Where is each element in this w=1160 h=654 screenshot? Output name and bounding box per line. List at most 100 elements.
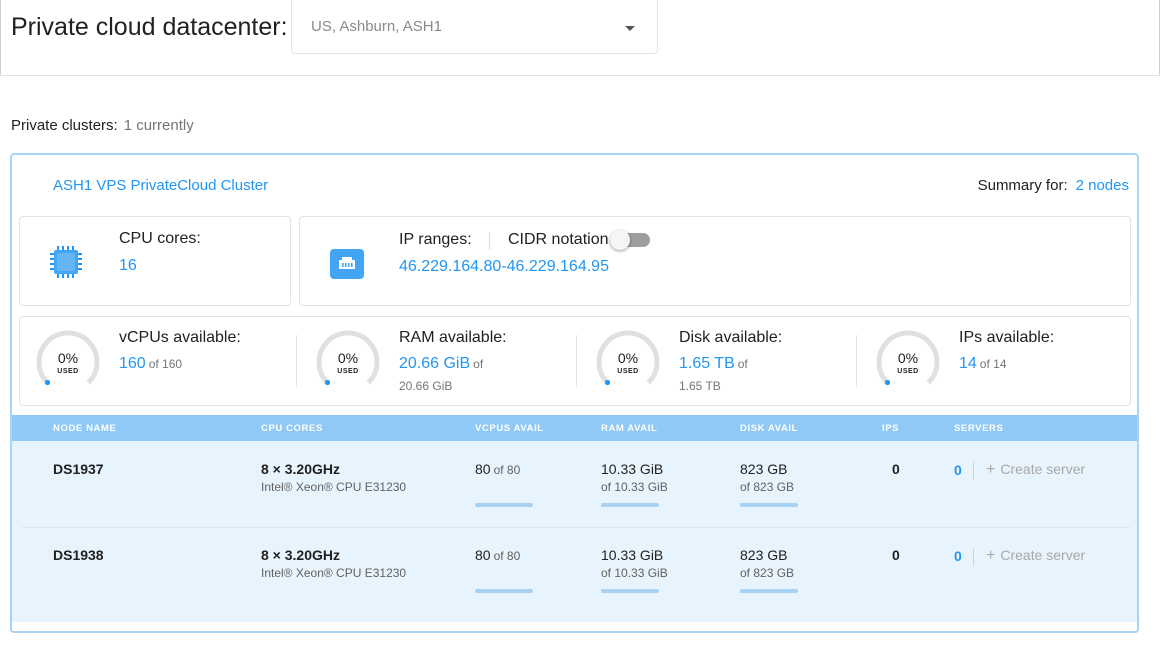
ram-available-stat: 0% USED RAM available: 20.66 GiB of 20.66… xyxy=(300,317,580,407)
divider xyxy=(296,335,297,387)
create-server-button[interactable]: + Create server xyxy=(986,547,1085,565)
column-header-servers[interactable]: SERVERS xyxy=(954,423,1003,434)
usage-percent: 0% xyxy=(897,350,919,366)
node-servers-count[interactable]: 0 xyxy=(954,462,962,478)
stat-value-number: 160 xyxy=(119,355,146,372)
usage-percent: 0% xyxy=(337,350,359,366)
datacenter-header: Private cloud datacenter: US, Ashburn, A… xyxy=(0,0,1160,76)
node-vcpus-value: 80 xyxy=(475,461,491,477)
stat-of: of xyxy=(737,357,748,371)
divider xyxy=(489,232,490,250)
caret-down-icon xyxy=(625,26,635,31)
ip-ranges-label: IP ranges: xyxy=(399,231,472,248)
nodes-table: NODE NAME CPU CORES VCPUS AVAIL RAM AVAI… xyxy=(12,415,1137,622)
column-header-disk-avail[interactable]: DISK AVAIL xyxy=(740,423,798,434)
column-header-cpu-cores[interactable]: CPU CORES xyxy=(261,423,323,434)
cpu-cores-label: CPU cores: xyxy=(119,230,201,247)
node-cpu-model: Intel® Xeon® CPU E31230 xyxy=(261,566,407,580)
column-header-vcpus-avail[interactable]: VCPUS AVAIL xyxy=(475,423,544,434)
divider xyxy=(576,335,577,387)
node-cpu: 8 × 3.20GHz xyxy=(261,461,340,477)
stat-value: 160 of 160 xyxy=(119,355,182,373)
divider xyxy=(973,548,974,566)
stat-value: 14 of 14 xyxy=(959,355,1007,373)
datacenter-select[interactable]: US, Ashburn, ASH1 xyxy=(291,0,658,54)
node-disk-of: of 823 GB xyxy=(740,566,795,580)
node-ram-of: of 10.33 GiB xyxy=(601,480,668,494)
disk-usage-bar xyxy=(740,503,798,507)
stat-value-number: 14 xyxy=(959,355,977,372)
gauge-start-dot xyxy=(884,379,891,386)
column-header-ram-avail[interactable]: RAM AVAIL xyxy=(601,423,657,434)
stat-title: IPs available: xyxy=(959,329,1055,346)
network-port-icon xyxy=(330,249,364,279)
ip-ranges-value: 46.229.164.80-46.229.164.95 xyxy=(399,258,609,275)
node-ram: 10.33 GiB xyxy=(601,547,664,563)
node-cpu: 8 × 3.20GHz xyxy=(261,547,340,563)
vcpus-usage-bar xyxy=(475,503,533,507)
stat-title: RAM available: xyxy=(399,329,507,346)
create-server-label: Create server xyxy=(1000,461,1086,477)
vcpus-available-stat: 0% USED vCPUs available: 160 of 160 xyxy=(20,317,300,407)
ip-ranges-box: IP ranges: CIDR notation 46.229.164.80-4… xyxy=(299,216,1131,306)
gauge-start-dot xyxy=(324,379,331,386)
cidr-notation-toggle[interactable] xyxy=(610,230,650,250)
disk-available-stat: 0% USED Disk available: 1.65 TB of 1.65 T… xyxy=(580,317,860,407)
node-vcpus: 80 of 80 xyxy=(475,547,520,563)
gauge-start-dot xyxy=(604,379,611,386)
node-name[interactable]: DS1938 xyxy=(53,547,104,563)
node-vcpus-of: of 80 xyxy=(493,463,521,477)
node-cpu-model: Intel® Xeon® CPU E31230 xyxy=(261,480,407,494)
column-header-node-name[interactable]: NODE NAME xyxy=(53,423,116,434)
summary-nodes-link[interactable]: 2 nodes xyxy=(1076,177,1129,194)
clusters-summary: Private clusters: 1 currently xyxy=(11,117,194,134)
ram-usage-bar xyxy=(601,503,659,507)
node-servers-count[interactable]: 0 xyxy=(954,548,962,564)
usage-used-label: USED xyxy=(337,368,359,375)
cluster-summary: Summary for: 2 nodes xyxy=(978,177,1129,194)
cidr-notation-label: CIDR notation xyxy=(508,231,609,248)
table-row: DS1937 8 × 3.20GHz Intel® Xeon® CPU E312… xyxy=(12,441,1137,527)
cluster-card: ASH1 VPS PrivateCloud Cluster Summary fo… xyxy=(10,153,1139,633)
usage-used-label: USED xyxy=(897,368,919,375)
table-row: DS1938 8 × 3.20GHz Intel® Xeon® CPU E312… xyxy=(12,527,1137,613)
ips-available-stat: 0% USED IPs available: 14 of 14 xyxy=(860,317,1140,407)
divider xyxy=(973,462,974,480)
divider xyxy=(856,335,857,387)
table-header: NODE NAME CPU CORES VCPUS AVAIL RAM AVAI… xyxy=(12,415,1137,441)
node-disk: 823 GB xyxy=(740,461,788,477)
stat-value: 1.65 TB of xyxy=(679,355,748,373)
plus-icon: + xyxy=(986,461,996,478)
node-vcpus: 80 of 80 xyxy=(475,461,520,477)
node-ram: 10.33 GiB xyxy=(601,461,664,477)
stat-title: vCPUs available: xyxy=(119,329,241,346)
usage-used-label: USED xyxy=(57,368,79,375)
stat-of: of 160 xyxy=(148,357,183,371)
summary-label: Summary for: xyxy=(977,177,1068,194)
usage-percent: 0% xyxy=(617,350,639,366)
stat-of: of xyxy=(473,357,484,371)
stat-value-number: 1.65 TB xyxy=(679,355,735,372)
create-server-button[interactable]: + Create server xyxy=(986,461,1085,479)
node-disk: 823 GB xyxy=(740,547,788,563)
column-header-ips[interactable]: IPS xyxy=(882,423,899,434)
create-server-label: Create server xyxy=(1000,547,1086,563)
cluster-name[interactable]: ASH1 VPS PrivateCloud Cluster xyxy=(53,177,268,194)
page-title: Private cloud datacenter: xyxy=(11,13,288,41)
stat-total: 20.66 GiB xyxy=(399,379,453,393)
plus-icon: + xyxy=(986,547,996,564)
ram-usage-bar xyxy=(601,589,659,593)
node-disk-of: of 823 GB xyxy=(740,480,795,494)
usage-percent: 0% xyxy=(57,350,79,366)
toggle-knob xyxy=(610,230,630,250)
node-ips: 0 xyxy=(892,461,900,477)
cpu-cores-box: CPU cores: 16 xyxy=(19,216,291,306)
stat-value-number: 20.66 GiB xyxy=(399,355,471,372)
node-ips: 0 xyxy=(892,547,900,563)
cpu-chip-icon xyxy=(50,246,82,278)
stat-title: Disk available: xyxy=(679,329,783,346)
node-name[interactable]: DS1937 xyxy=(53,461,104,477)
disk-usage-bar xyxy=(740,589,798,593)
datacenter-select-value: US, Ashburn, ASH1 xyxy=(311,18,442,35)
stat-value: 20.66 GiB of xyxy=(399,355,483,373)
